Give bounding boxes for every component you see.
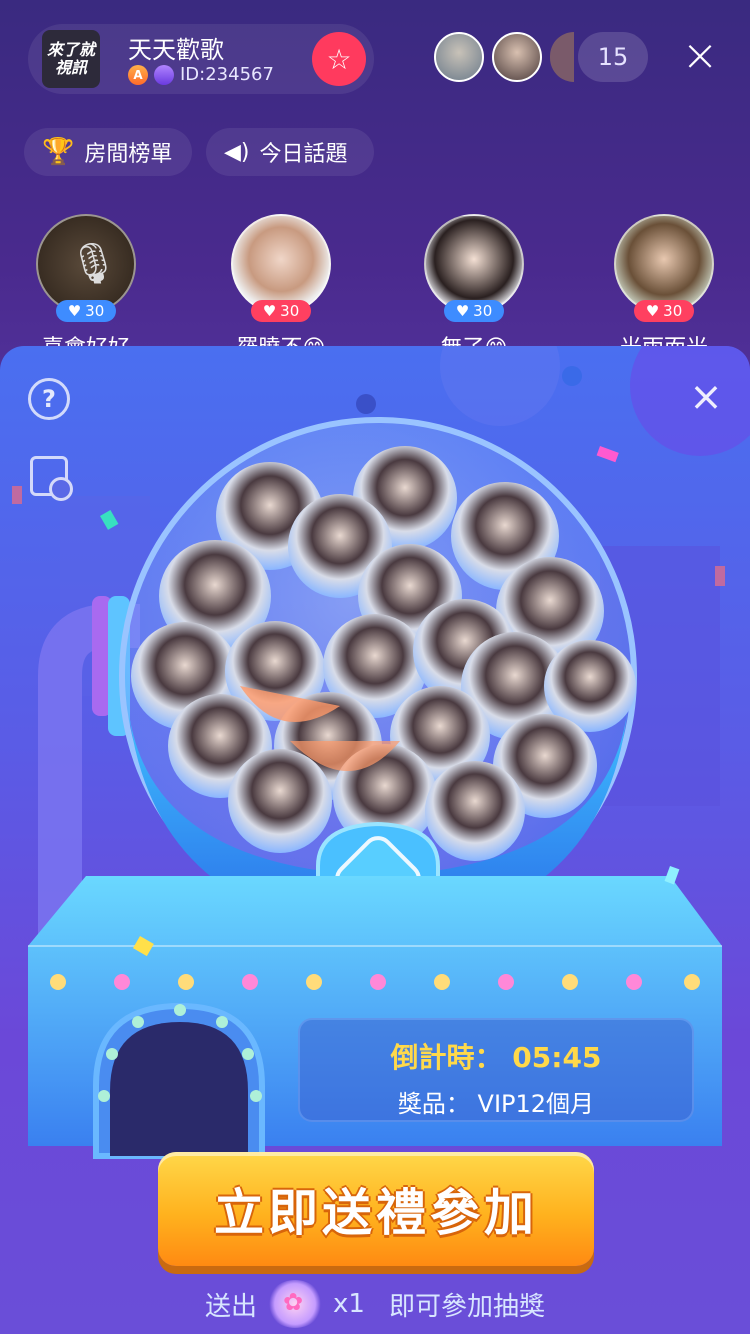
seat-score-value: 30 [663, 302, 683, 320]
mic-seat[interactable]: ♥ 30 羅曉不😊 [229, 214, 333, 346]
close-icon[interactable]: × [684, 376, 728, 420]
lottery-info-box: 倒計時： 05:45 獎品： VIP12個月 [298, 1018, 694, 1122]
avatar: 🎙 [36, 214, 136, 314]
seat-score-value: 30 [280, 302, 300, 320]
record-icon[interactable] [30, 456, 73, 501]
speaker-icon: ◀) [224, 139, 250, 165]
vip-badge-icon [154, 64, 174, 85]
room-name: 天天歡歌 [128, 36, 224, 64]
mic-seat[interactable]: ♥ 30 無了😊 [422, 214, 526, 346]
footer-instruction: 送出 x1 即可參加抽獎 [0, 1280, 750, 1328]
footer-suffix: 即可參加抽獎 [388, 1291, 545, 1322]
close-icon[interactable]: × [678, 34, 722, 80]
mic-muted-icon: 🎙 [68, 241, 119, 287]
star-icon: ☆ [326, 42, 352, 76]
avatar[interactable] [550, 32, 574, 82]
footer-qty: x1 [333, 1289, 365, 1319]
seat-score-value: 30 [473, 302, 493, 320]
avatar [614, 214, 714, 314]
seat-score: ♥ 30 [634, 300, 694, 322]
help-icon[interactable]: ? [28, 378, 70, 420]
lottery-panel: ? × 倒計時： 05:45 獎品： VIP12個月 立即送禮參加 送出 x1 … [0, 346, 750, 1334]
footer-prefix: 送出 [205, 1291, 258, 1322]
seat-score: ♥ 30 [56, 300, 116, 322]
viewer-count[interactable]: 15 [578, 32, 648, 82]
seat-name: 羅曉不😊 [209, 330, 353, 346]
today-topic-button[interactable]: ◀) 今日話題 [206, 128, 374, 176]
prize-text: 獎品： VIP12個月 [397, 1090, 595, 1118]
avatar[interactable] [492, 32, 542, 82]
room-ranking-label: 房間榜單 [84, 142, 173, 167]
room-header: 來了就 視訊 天天歡歌 A ID:234567 ☆ 15 × [0, 0, 750, 120]
seat-name: 喜會好好 [14, 330, 158, 346]
avatar [424, 214, 524, 314]
viewer-list[interactable]: 15 [434, 32, 648, 82]
room-info-card[interactable]: 來了就 視訊 天天歡歌 A ID:234567 ☆ [28, 24, 374, 94]
seat-score: ♥ 30 [251, 300, 311, 322]
seat-name: 無了😊 [402, 330, 546, 346]
mic-seat[interactable]: ♥ 30 光雨而光 [612, 214, 716, 346]
mic-seat[interactable]: 🎙 ♥ 30 喜會好好 [34, 214, 138, 346]
level-badge-icon: A [128, 64, 148, 85]
gift-icon [267, 1280, 324, 1328]
avatar[interactable] [434, 32, 484, 82]
join-now-button[interactable]: 立即送禮參加 [158, 1152, 594, 1266]
follow-button[interactable]: ☆ [312, 32, 366, 86]
avatar [231, 214, 331, 314]
trophy-icon: 🏆 [42, 137, 75, 167]
seat-score: ♥ 30 [444, 300, 504, 322]
room-ranking-button[interactable]: 🏆 房間榜單 [24, 128, 192, 176]
today-topic-label: 今日話題 [259, 142, 348, 167]
room-badges: A ID:234567 [128, 64, 274, 85]
countdown-text: 倒計時： 05:45 [390, 1041, 602, 1074]
seat-score-value: 30 [85, 302, 105, 320]
seat-name: 光雨而光 [592, 330, 736, 346]
room-logo: 來了就 視訊 [42, 30, 100, 88]
room-id: ID:234567 [180, 64, 274, 85]
